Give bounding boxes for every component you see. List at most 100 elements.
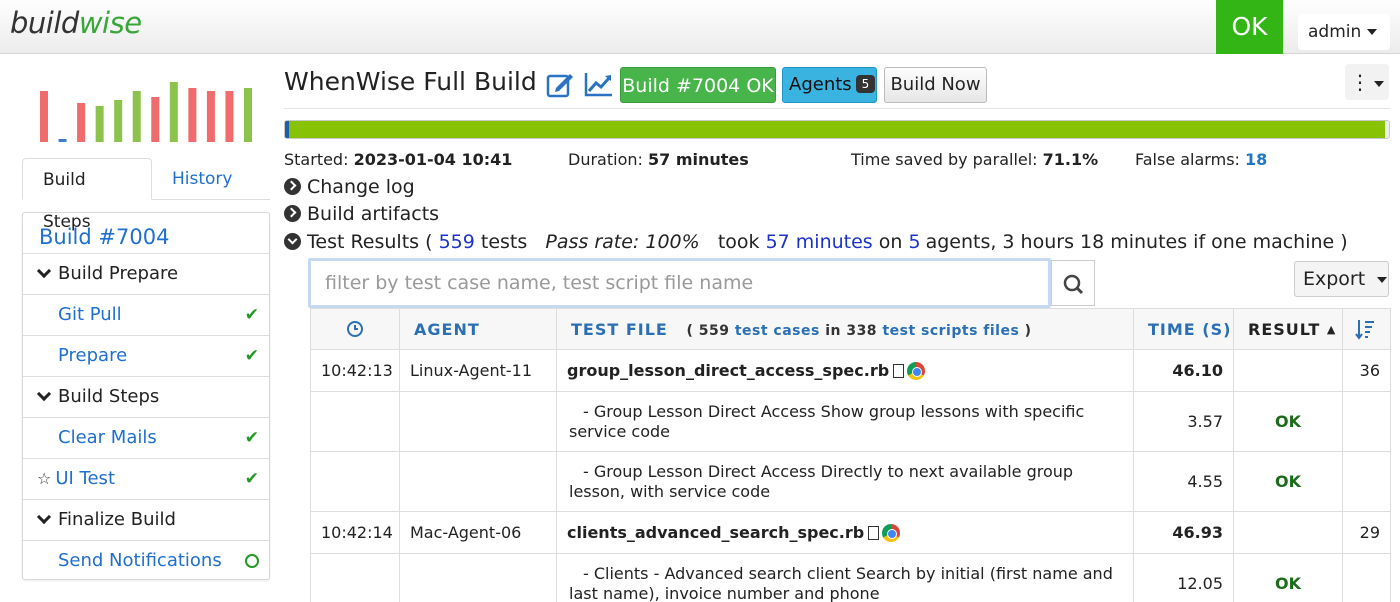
step-item-label: UI Test [55,468,115,489]
build-number-title[interactable]: Build #7004 [23,213,269,253]
pass-rate: Pass rate: 100% [545,231,700,253]
section-label: Build artifacts [307,203,440,225]
col-header-result[interactable]: RESULT ▲ [1233,308,1343,350]
section-label: Test Results ( [307,231,433,253]
duration-link[interactable]: 57 minutes [766,231,873,253]
cell-order [1342,451,1391,512]
caret-down-icon [1377,276,1388,283]
cell-order [1342,391,1391,452]
mini-chart-bar[interactable] [244,88,252,142]
stat-duration: Duration: 57 minutes [568,150,749,169]
cell-result: OK [1233,553,1343,602]
agents-button[interactable]: Agents 5 [782,67,877,103]
step-item-clear-mails[interactable]: Clear Mails ✔ [23,417,269,458]
cell-test-file[interactable]: group_lesson_direct_access_spec.rb [556,349,1134,392]
progress-start-marker [285,121,289,138]
star-icon[interactable]: ☆ [37,469,51,488]
build-result-badge[interactable]: Build #7004 OK [620,67,776,103]
chevron-down-circle-icon [284,233,301,250]
mini-chart-bar[interactable] [225,91,234,142]
test-results-toggle[interactable]: Test Results ( 559 tests Pass rate: 100%… [284,231,1348,253]
export-label: Export [1303,268,1366,290]
col-header-label: RESULT [1248,319,1321,339]
stat-label: Time saved by parallel: [851,150,1038,169]
file-icon[interactable] [868,526,880,540]
mini-chart-bar[interactable] [188,88,197,142]
more-options-button[interactable]: ⋮ [1345,64,1389,100]
table-header-row: AGENT TEST FILE ( 559 test cases in 338 … [310,308,1391,350]
build-status-indicator: OK [1216,0,1283,54]
mini-chart-bar[interactable] [95,106,104,142]
edit-icon[interactable] [546,70,576,98]
tab-history[interactable]: History [152,158,252,200]
check-icon: ✔ [244,346,259,366]
agents-count-link[interactable]: 5 [908,231,920,253]
mini-chart-bar[interactable] [169,82,178,142]
user-menu-button[interactable]: admin [1298,14,1390,50]
summary-close: ) [1024,322,1032,339]
mini-chart-bar[interactable] [77,103,86,142]
cell-result [1233,349,1343,392]
filter-input[interactable]: filter by test case name, test script fi… [308,258,1051,308]
mini-chart-bar[interactable] [40,91,48,142]
col-header-time-seconds[interactable]: TIME (S) [1133,308,1234,350]
cell-test-case: - Group Lesson Direct Access Show group … [556,391,1134,452]
mini-chart-bar[interactable] [58,139,67,142]
chrome-icon [882,524,901,542]
mini-chart-bar[interactable] [132,91,141,142]
stat-value: 2023-01-04 10:41 [353,150,513,169]
export-button[interactable]: Export [1294,261,1389,297]
change-log-toggle[interactable]: Change log [284,176,415,198]
test-results-table: AGENT TEST FILE ( 559 test cases in 338 … [310,308,1391,602]
build-now-button[interactable]: Build Now [884,67,987,103]
false-alarms-link[interactable]: 18 [1245,150,1267,169]
table-row: 10:42:13 Linux-Agent-11 group_lesson_dir… [310,349,1391,392]
col-header-time[interactable] [310,308,400,350]
mini-chart-bar[interactable] [114,100,123,142]
stat-label: False alarms: [1135,150,1240,169]
step-group-build-steps[interactable]: Build Steps [23,376,269,417]
test-count-link[interactable]: 559 [439,231,475,253]
col-header-test-file[interactable]: TEST FILE ( 559 test cases in 338 test s… [556,308,1134,350]
agents-count-badge: 5 [855,75,876,93]
step-item-send-notifications[interactable]: Send Notifications [23,540,269,581]
step-item-git-pull[interactable]: Git Pull ✔ [23,294,269,335]
cell-agent: Mac-Agent-06 [399,511,557,554]
trend-chart-icon[interactable] [584,70,614,98]
table-row: - Group Lesson Direct Access Directly to… [310,451,1391,512]
step-group-label: Build Prepare [58,263,179,284]
chevron-right-circle-icon [284,205,301,222]
cell-order [1342,553,1391,602]
step-item-prepare[interactable]: Prepare ✔ [23,335,269,376]
step-item-label: Send Notifications [58,550,222,571]
test-file-name[interactable]: clients_advanced_search_spec.rb [567,523,864,542]
stat-label: Started: [284,150,349,169]
step-group-label: Build Steps [58,386,160,407]
file-icon[interactable] [893,364,905,378]
cell-test-case: - Clients - Advanced search client Searc… [556,553,1134,602]
build-history-mini-chart[interactable] [40,80,252,142]
brand-part2: wise [78,6,142,40]
chevron-down-icon [36,509,52,525]
step-item-ui-test[interactable]: ☆ UI Test ✔ [23,458,269,499]
search-button[interactable] [1051,260,1095,306]
col-header-label: TEST FILE [571,319,668,339]
cell-test-file[interactable]: clients_advanced_search_spec.rb [556,511,1134,554]
clock-icon [347,320,363,337]
tab-build-steps[interactable]: Build Steps [22,158,152,232]
step-group-build-prepare[interactable]: Build Prepare [23,253,269,294]
mini-chart-bar[interactable] [206,91,215,142]
test-file-name[interactable]: group_lesson_direct_access_spec.rb [567,361,889,380]
col-header-sort-order[interactable] [1342,308,1391,350]
cell-order: 36 [1342,349,1391,392]
cell-time [310,553,400,602]
col-header-agent[interactable]: AGENT [399,308,557,350]
check-icon: ✔ [244,469,259,489]
step-group-finalize-build[interactable]: Finalize Build [23,499,269,540]
brand-logo[interactable]: buildwise [10,6,142,40]
test-case-name: - Group Lesson Direct Access Show group … [569,401,1085,441]
pending-circle-icon [245,554,259,568]
mini-chart-bar[interactable] [151,97,160,142]
cell-agent: Linux-Agent-11 [399,349,557,392]
build-artifacts-toggle[interactable]: Build artifacts [284,203,439,225]
